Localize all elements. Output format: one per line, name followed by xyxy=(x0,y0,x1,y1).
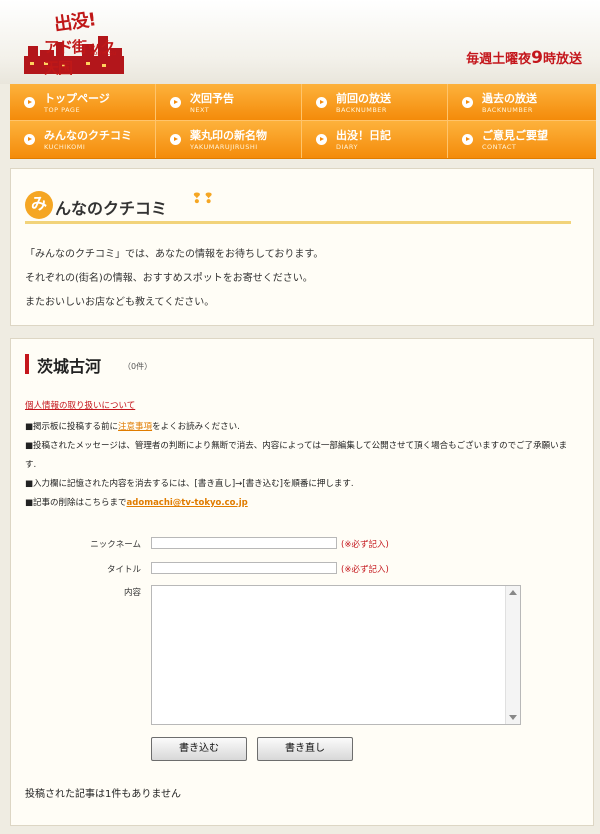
arrow-bullet-icon xyxy=(24,97,35,108)
no-posts-message: 投稿された記事は1件もありません xyxy=(25,789,182,800)
content-label: 内容 xyxy=(123,588,141,598)
tagline-prefix: 毎週土曜夜 xyxy=(466,52,532,67)
nav-item-sublabel: NEXT xyxy=(190,106,210,114)
nav-item-kuchikomi[interactable]: みんなのクチコミ KUCHIKOMI xyxy=(10,121,156,158)
nav-item-label: みんなのクチコミ xyxy=(44,129,132,142)
arrow-bullet-icon xyxy=(316,134,327,145)
post-count: （0件） xyxy=(123,362,153,371)
nickname-label: ニックネーム xyxy=(90,540,141,550)
arrow-bullet-icon xyxy=(24,134,35,145)
rule-line-3: ■入力欄に記憶された内容を消去するには、[書き直し]→[書き込む]を順番に押しま… xyxy=(25,479,354,489)
tagline-suffix: 時放送 xyxy=(542,52,582,67)
board-panel: 茨城古河 （0件） 個人情報の取り扱いについて ■掲示板に投稿する前に注意事項を… xyxy=(10,338,594,826)
board-title: 茨城古河 xyxy=(37,357,102,376)
arrow-bullet-icon xyxy=(462,134,473,145)
arrow-bullet-icon xyxy=(170,134,181,145)
kuchikomi-intro-panel: み んなのクチコミ ❢❢ 「みんなのクチコミ」では、あなたの情報をお待ちしており… xyxy=(10,168,594,326)
notes-link[interactable]: 注意事項 xyxy=(118,422,152,432)
nav-item-top-page[interactable]: トップページ TOP PAGE xyxy=(10,84,156,121)
nav-item-sublabel: CONTACT xyxy=(482,143,517,151)
textarea-scrollbar[interactable] xyxy=(505,586,520,724)
nav-item-label: 過去の放送 xyxy=(482,92,537,105)
tagline-hour: 9 xyxy=(531,48,543,68)
intro-text-line: またおいしいお店なども教えてください。 xyxy=(25,297,215,308)
main-nav: トップページ TOP PAGE 次回予告 NEXT 前回の放送 BACKNUMB… xyxy=(10,84,596,159)
content-textarea[interactable] xyxy=(151,585,521,725)
nickname-input[interactable] xyxy=(151,537,337,549)
nav-item-sublabel: TOP PAGE xyxy=(44,106,81,114)
title-accent-bar xyxy=(25,354,29,374)
nav-item-label: 出没！日記 xyxy=(336,129,391,142)
reset-button[interactable]: 書き直し xyxy=(257,737,353,761)
intro-text-line: 「みんなのクチコミ」では、あなたの情報をお待ちしております。 xyxy=(25,249,324,260)
nav-item-yakumarujirushi[interactable]: 薬丸印の新名物 YAKUMARUJIRUSHI xyxy=(156,121,302,158)
rule-text: ■記事の削除はこちらまで xyxy=(25,498,127,508)
rule-text: をよくお読みください. xyxy=(152,422,240,432)
nav-item-past-broadcasts[interactable]: 過去の放送 BACKNUMBER xyxy=(448,84,596,121)
nav-item-label: トップページ xyxy=(44,92,110,105)
rule-line-1: ■掲示板に投稿する前に注意事項をよくお読みください. xyxy=(25,418,577,437)
arrow-bullet-icon xyxy=(462,97,473,108)
delete-request-email-link[interactable]: adomachi@tv-tokyo.co.jp xyxy=(127,498,248,508)
nav-item-sublabel: DIARY xyxy=(336,143,358,151)
scroll-down-arrow-icon[interactable] xyxy=(509,715,517,720)
nav-item-previous-broadcast[interactable]: 前回の放送 BACKNUMBER xyxy=(302,84,448,121)
nav-item-label: ご意見ご要望 xyxy=(482,129,548,142)
intro-heading: み んなのクチコミ ❢❢ xyxy=(25,191,571,224)
submit-button[interactable]: 書き込む xyxy=(151,737,247,761)
nav-item-contact[interactable]: ご意見ご要望 CONTACT xyxy=(448,121,596,158)
nav-item-sublabel: YAKUMARUJIRUSHI xyxy=(190,143,258,151)
title-label: タイトル xyxy=(106,565,141,575)
logo-sub-text: アド街ック天国 xyxy=(44,38,115,77)
nav-item-label: 次回予告 xyxy=(190,92,234,105)
exclamation-decoration-icon: ❢❢ xyxy=(191,191,215,207)
nav-item-sublabel: BACKNUMBER xyxy=(482,106,533,114)
rule-line-4: ■記事の削除はこちらまでadomachi@tv-tokyo.co.jp xyxy=(25,494,577,513)
title-input[interactable] xyxy=(151,562,337,574)
arrow-bullet-icon xyxy=(170,97,181,108)
broadcast-tagline: 毎週土曜夜9時放送 xyxy=(466,48,582,68)
nav-item-diary[interactable]: 出没！日記 DIARY xyxy=(302,121,448,158)
nickname-required-note: (※必ず記入) xyxy=(341,540,389,550)
privacy-policy-link[interactable]: 個人情報の取り扱いについて xyxy=(25,399,135,411)
rule-line-2: ■投稿されたメッセージは、管理者の判断により無断で消去、内容によっては一部編集し… xyxy=(25,441,568,470)
site-logo[interactable]: 出没! アド街ック天国 Komatsu xyxy=(22,6,126,78)
rule-text: ■掲示板に投稿する前に xyxy=(25,422,119,432)
nav-item-sublabel: BACKNUMBER xyxy=(336,106,387,114)
nav-item-sublabel: KUCHIKOMI xyxy=(44,143,86,151)
nav-item-next[interactable]: 次回予告 NEXT xyxy=(156,84,302,121)
arrow-bullet-icon xyxy=(316,97,327,108)
mi-badge-icon: み xyxy=(25,191,53,219)
intro-text-line: それぞれの(街名)の情報、おすすめスポットをお寄せください。 xyxy=(25,273,313,284)
scroll-up-arrow-icon[interactable] xyxy=(509,590,517,595)
logo-small-text: Komatsu xyxy=(90,50,117,57)
site-header: 出没! アド街ック天国 Komatsu 毎週土曜夜9時放送 xyxy=(0,0,600,84)
title-required-note: (※必ず記入) xyxy=(341,565,389,575)
intro-title: んなのクチコミ xyxy=(55,199,168,218)
nav-item-label: 薬丸印の新名物 xyxy=(190,129,267,142)
nav-item-label: 前回の放送 xyxy=(336,92,391,105)
